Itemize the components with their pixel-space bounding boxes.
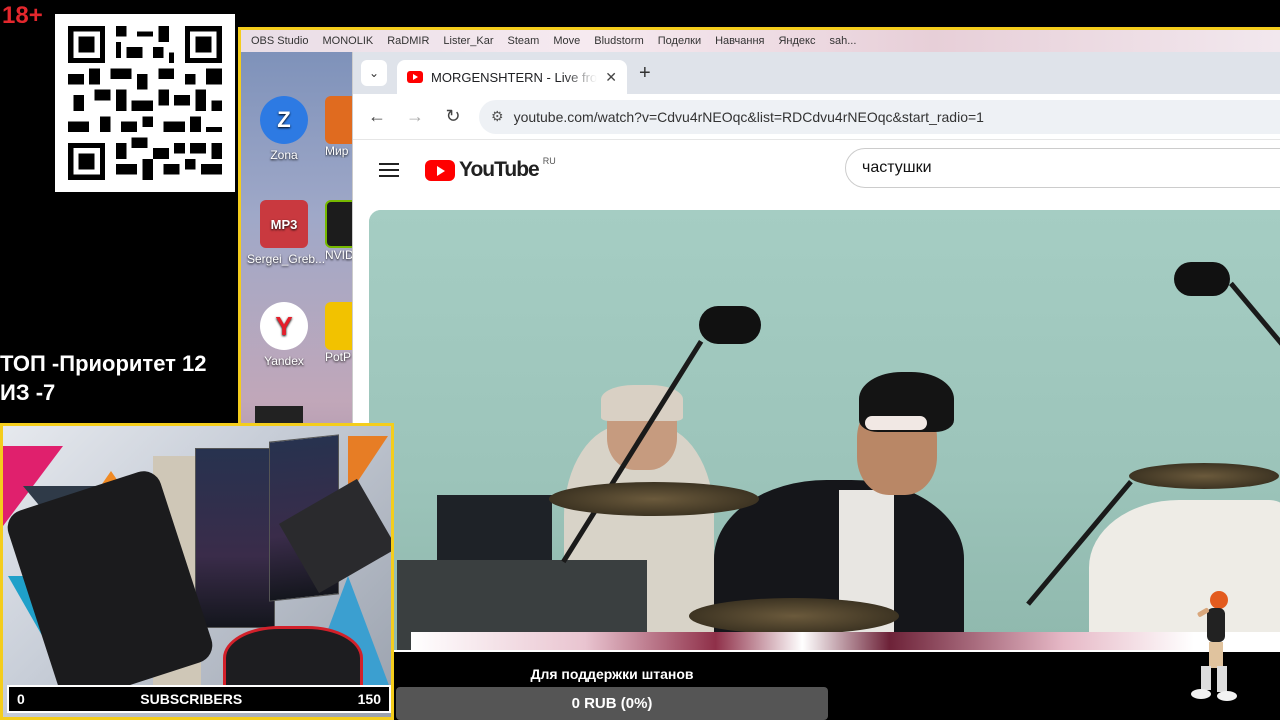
pinned-app[interactable]: MONOLIK <box>322 35 373 47</box>
youtube-header: YouTube RU частушки <box>353 140 1280 200</box>
navigation-bar: ← → ↻ ⚙ youtube.com/watch?v=Cdvu4rNEOqc&… <box>353 94 1280 140</box>
reload-icon[interactable]: ↻ <box>441 106 465 127</box>
tab-strip: ⌄ MORGENSHTERN - Live from the ✕ + <box>353 52 1280 94</box>
video-person <box>865 416 927 430</box>
pinned-app[interactable]: RaDMIR <box>387 35 429 47</box>
pinned-app[interactable]: Move <box>553 35 580 47</box>
pinned-app[interactable]: Steam <box>508 35 540 47</box>
donation-goal-bar: 0 RUB (0%) <box>396 687 828 720</box>
forward-arrow-icon[interactable]: → <box>403 106 427 127</box>
pinned-app[interactable]: Навчання <box>715 35 764 47</box>
pinned-app[interactable]: OBS Studio <box>251 35 308 47</box>
youtube-logo[interactable]: YouTube RU <box>425 156 556 182</box>
address-bar[interactable]: ⚙ youtube.com/watch?v=Cdvu4rNEOqc&list=R… <box>479 99 1280 134</box>
mp3-file-icon: MP3 <box>260 200 308 248</box>
video-prop <box>689 598 899 634</box>
menu-hamburger-icon[interactable] <box>379 163 399 177</box>
video-overlay-banner <box>411 632 1280 650</box>
browser-window: ⌄ MORGENSHTERN - Live from the ✕ + ← → ↻… <box>352 52 1280 652</box>
pinned-app[interactable]: Lister_Kar <box>443 35 493 47</box>
pinned-app[interactable]: sah... <box>829 35 856 47</box>
url-text: youtube.com/watch?v=Cdvu4rNEOqc&list=RDC… <box>513 108 984 125</box>
subscriber-goal-label: SUBSCRIBERS <box>140 691 243 707</box>
back-arrow-icon[interactable]: ← <box>365 106 389 127</box>
close-icon[interactable]: ✕ <box>605 69 617 86</box>
qr-code <box>55 14 235 192</box>
qr-code-icon <box>68 26 222 180</box>
tab-search-button[interactable]: ⌄ <box>361 60 387 86</box>
donation-goal-progress: 0 RUB (0%) <box>571 695 653 712</box>
youtube-play-icon <box>425 159 455 181</box>
yandex-icon: Y <box>260 302 308 350</box>
subscriber-goal-bar: 0 SUBSCRIBERS 150 <box>7 685 391 713</box>
tab-title: MORGENSHTERN - Live from the <box>431 69 598 85</box>
donation-goal-title: Для поддержки штанов <box>530 666 694 682</box>
desktop-icon-label: Sergei_Greb... <box>247 252 326 266</box>
video-player[interactable] <box>369 210 1280 650</box>
youtube-wordmark: YouTube <box>459 158 540 181</box>
desktop-icon-zona[interactable]: Z Zona <box>247 96 321 162</box>
pinned-app[interactable]: Bludstorm <box>594 35 644 47</box>
webcam-feed: 0 SUBSCRIBERS 150 <box>0 423 394 720</box>
pinned-app[interactable]: Яндекс <box>778 35 815 47</box>
zona-icon: Z <box>260 96 308 144</box>
youtube-search-input[interactable]: частушки <box>845 148 1280 188</box>
video-prop <box>437 495 552 565</box>
dancer-animation <box>1191 591 1237 701</box>
desktop-icon-label: Yandex <box>264 354 304 368</box>
poster <box>195 448 275 628</box>
subscriber-goal-max: 150 <box>357 691 381 707</box>
priority-line-2: ИЗ -7 <box>0 380 56 405</box>
video-prop <box>549 482 759 516</box>
region-code: RU <box>542 156 556 166</box>
stream-layout: 18+ ТОП -Приоритет 12 ИЗ -7 OBS Studio M… <box>0 0 1280 720</box>
video-prop <box>1174 262 1230 296</box>
age-rating-badge: 18+ <box>2 2 43 29</box>
desktop-icon-mp3[interactable]: MP3 Sergei_Greb... <box>247 200 326 266</box>
tab-youtube[interactable]: MORGENSHTERN - Live from the ✕ <box>397 60 627 94</box>
youtube-favicon-icon <box>407 71 423 83</box>
pinned-app[interactable]: Поделки <box>658 35 701 47</box>
chevron-down-icon: ⌄ <box>368 66 380 80</box>
video-prop <box>1129 463 1279 489</box>
desktop-icon-yandex[interactable]: Y Yandex <box>247 302 321 368</box>
site-settings-icon[interactable]: ⚙ <box>491 108 504 125</box>
subscriber-goal-min: 0 <box>17 691 25 707</box>
video-prop <box>699 306 761 344</box>
pinned-apps-strip: OBS Studio MONOLIK RaDMIR Lister_Kar Ste… <box>241 30 1280 52</box>
desktop-icon-label: Zona <box>270 148 298 162</box>
priority-line-1: ТОП -Приоритет 12 <box>0 351 207 376</box>
new-tab-plus-icon[interactable]: + <box>639 62 651 85</box>
